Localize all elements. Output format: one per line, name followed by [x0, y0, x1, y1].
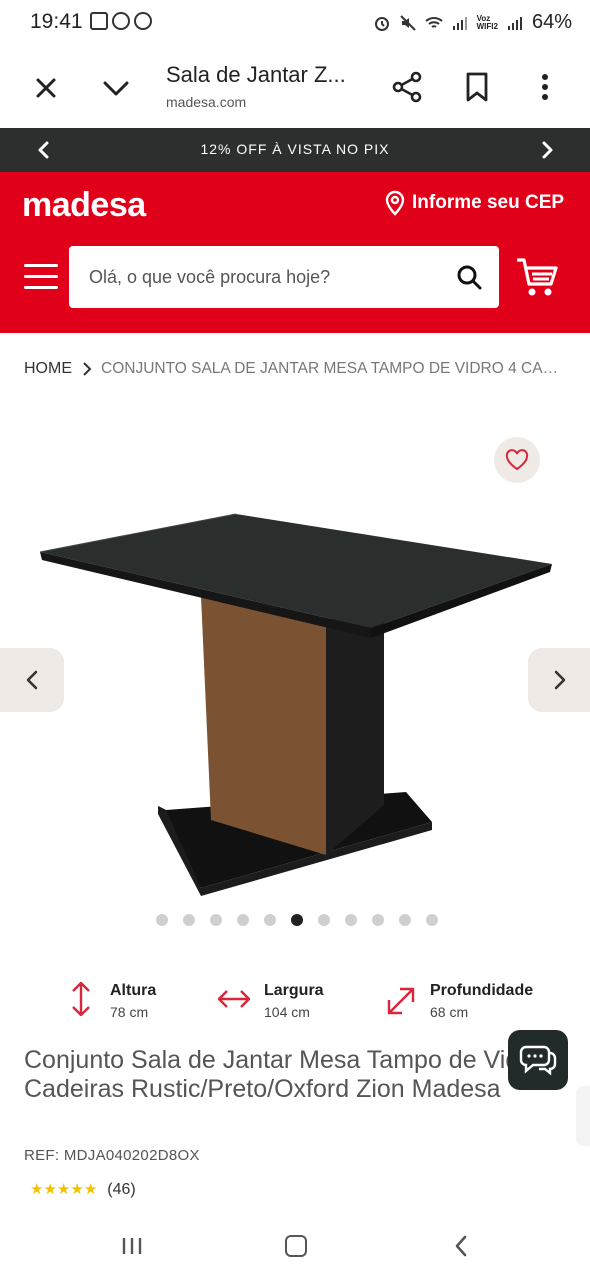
height-arrow-icon: [72, 982, 90, 1016]
page-url[interactable]: madesa.com: [166, 94, 246, 110]
gallery-dot[interactable]: [345, 914, 357, 926]
location-pin-icon: [385, 190, 405, 216]
chevron-left-icon: [26, 670, 38, 690]
battery-level: 64%: [531, 11, 572, 33]
signal-icon: [452, 16, 467, 30]
star-icon: ★: [30, 1181, 44, 1198]
dimension-width: Largura 104 cm: [218, 982, 324, 1020]
promo-next-icon[interactable]: [536, 139, 558, 161]
gallery-dot[interactable]: [210, 914, 222, 926]
product-rating[interactable]: ★★★★★ (46): [30, 1180, 136, 1199]
dimension-label: Altura: [110, 982, 157, 999]
dimension-value: 68 cm: [430, 1004, 469, 1020]
dimension-height: Altura 78 cm: [66, 982, 156, 1020]
gallery-next-button[interactable]: [528, 648, 590, 712]
chevron-down-icon[interactable]: [100, 72, 132, 104]
status-time: 19:41: [30, 10, 83, 33]
gallery-pagination: [156, 914, 438, 926]
product-ref: REF: MDJA040202D8OX: [24, 1147, 200, 1164]
gallery-prev-button[interactable]: [0, 648, 64, 712]
share-icon[interactable]: [390, 70, 424, 104]
cep-label: Informe seu CEP: [412, 192, 565, 213]
breadcrumb-current: CONJUNTO SALA DE JANTAR MESA TAMPO DE VI…: [101, 360, 567, 377]
soccer-app-icon: [112, 12, 130, 30]
breadcrumb-home[interactable]: HOME: [24, 360, 72, 378]
star-icon: ★: [56, 1181, 71, 1198]
search-icon[interactable]: [455, 263, 483, 291]
dimension-label: Profundidade: [430, 982, 534, 999]
signal-icon-2: [507, 16, 522, 30]
close-icon[interactable]: [30, 72, 62, 104]
menu-icon[interactable]: [24, 262, 58, 290]
heart-icon: [505, 449, 529, 471]
status-bar: 19:41 Voz WIFI2 64%: [0, 0, 590, 46]
recent-apps-icon[interactable]: [120, 1236, 144, 1256]
search-input[interactable]: Olá, o que você procura hoje?: [69, 246, 499, 308]
star-icon: ★: [70, 1181, 84, 1198]
more-options-icon[interactable]: [532, 70, 558, 104]
chevron-right-icon: [554, 670, 566, 690]
gallery-dot[interactable]: [426, 914, 438, 926]
star-icon: ★: [83, 1181, 98, 1198]
dimension-depth: Profundidade 68 cm: [386, 982, 533, 1020]
chevron-right-icon: [83, 362, 92, 376]
promo-text: 12% OFF À VISTA NO PIX: [200, 141, 390, 157]
favorite-button[interactable]: [494, 437, 540, 483]
search-placeholder: Olá, o que você procura hoje?: [89, 267, 331, 287]
gmail-icon: [90, 12, 108, 30]
cart-icon[interactable]: [515, 256, 559, 298]
site-header: madesa Informe seu CEP Olá, o que você p…: [0, 172, 590, 333]
bookmark-icon[interactable]: [462, 70, 492, 104]
notification-icons: [90, 12, 152, 30]
gallery-dot[interactable]: [291, 914, 303, 926]
voz-wifi-label: Voz WIFI2: [476, 13, 498, 31]
gallery-dot[interactable]: [399, 914, 411, 926]
chat-icon: [519, 1045, 557, 1076]
gallery-dot[interactable]: [264, 914, 276, 926]
side-panel-handle[interactable]: [576, 1086, 590, 1146]
gallery-dot[interactable]: [237, 914, 249, 926]
gallery-dot[interactable]: [372, 914, 384, 926]
gallery-dot[interactable]: [156, 914, 168, 926]
width-arrow-icon: [218, 990, 250, 1008]
system-navigation-bar: [0, 1210, 590, 1280]
madesa-logo[interactable]: madesa: [22, 186, 146, 225]
star-icon: ★: [43, 1181, 57, 1198]
rating-stars: ★★★★★: [30, 1180, 97, 1199]
browser-toolbar: Sala de Jantar Z... madesa.com: [0, 46, 590, 128]
dimension-value: 104 cm: [264, 1004, 310, 1020]
dimension-label: Largura: [264, 982, 324, 999]
product-title: Conjunto Sala de Jantar Mesa Tampo de Vi…: [24, 1046, 563, 1103]
review-count: (46): [107, 1180, 136, 1198]
system-status-icons: Voz WIFI2 64%: [373, 11, 572, 34]
dimension-value: 78 cm: [110, 1004, 149, 1020]
home-icon[interactable]: [285, 1235, 307, 1257]
wifi-icon: [424, 16, 443, 28]
alarm-icon: [374, 16, 389, 31]
cep-button[interactable]: Informe seu CEP: [384, 190, 564, 216]
gallery-dot[interactable]: [183, 914, 195, 926]
depth-arrow-icon: [387, 987, 415, 1015]
chat-button[interactable]: [508, 1030, 568, 1090]
product-image[interactable]: [36, 500, 556, 900]
promo-banner: 12% OFF À VISTA NO PIX: [0, 128, 590, 172]
gallery-dot[interactable]: [318, 914, 330, 926]
whatsapp-icon: [134, 12, 152, 30]
back-icon[interactable]: [452, 1234, 470, 1258]
mute-icon: [399, 14, 416, 31]
breadcrumb: HOME CONJUNTO SALA DE JANTAR MESA TAMPO …: [24, 360, 567, 378]
page-title[interactable]: Sala de Jantar Z...: [166, 62, 346, 88]
